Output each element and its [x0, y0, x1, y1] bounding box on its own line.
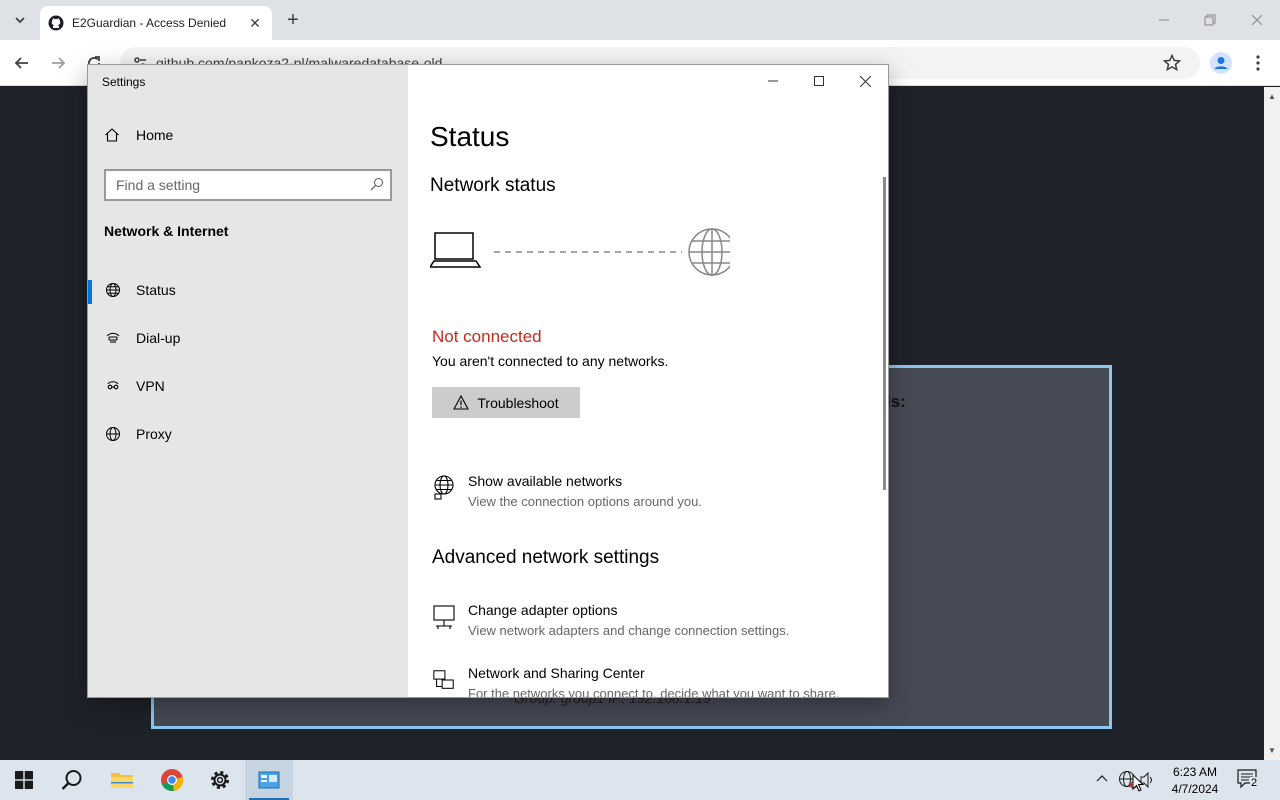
settings-main: Status Network status Not connected You …: [408, 65, 888, 697]
sidebar-item-label: Dial-up: [136, 330, 181, 346]
sidebar-item-vpn[interactable]: VPN: [88, 366, 408, 406]
new-tab-button[interactable]: +: [282, 9, 304, 31]
change-adapter-options-link[interactable]: Change adapter options View network adap…: [432, 602, 789, 638]
taskbar: 6:23 AM 4/7/2024 2: [0, 760, 1280, 800]
internet-globe-icon: [688, 228, 736, 276]
mouse-cursor-icon: [1132, 774, 1144, 792]
browser-tab-bar: E2Guardian - Access Denied ✕ +: [0, 0, 1280, 40]
taskbar-file-explorer[interactable]: [98, 760, 146, 800]
profile-icon[interactable]: [1209, 51, 1233, 75]
sidebar-section-title: Network & Internet: [104, 223, 229, 239]
network-status-heading: Network status: [430, 175, 556, 196]
warning-icon: [453, 395, 470, 410]
notification-count: 2: [1250, 777, 1259, 789]
network-diagram: [428, 225, 736, 290]
sidebar-home-label: Home: [136, 127, 174, 143]
app-window-icon: [258, 771, 280, 789]
settings-sidebar: Settings Home Network & Internet Status: [88, 65, 408, 697]
windows-logo-icon: [15, 771, 33, 789]
sidebar-item-dialup[interactable]: Dial-up: [88, 318, 408, 358]
github-icon: [48, 15, 64, 31]
taskbar-search-button[interactable]: [48, 760, 96, 800]
troubleshoot-button[interactable]: Troubleshoot: [432, 387, 580, 418]
search-icon[interactable]: [370, 177, 384, 191]
sidebar-item-label: VPN: [136, 378, 165, 394]
settings-close-icon[interactable]: [842, 65, 888, 97]
page-title: Status: [430, 121, 510, 152]
link-description: View network adapters and change connect…: [468, 623, 790, 638]
chevron-up-icon[interactable]: [1096, 773, 1108, 785]
action-center-button[interactable]: 2: [1236, 768, 1262, 792]
adapter-icon: [432, 602, 456, 638]
search-icon: [61, 770, 82, 790]
laptop-icon: [428, 232, 482, 268]
advanced-settings-heading: Advanced network settings: [432, 547, 660, 568]
bookmark-star-icon[interactable]: [1160, 51, 1184, 75]
scroll-up-icon[interactable]: ▲: [1268, 92, 1276, 101]
kebab-menu-icon[interactable]: [1246, 51, 1270, 75]
vpn-icon: [104, 378, 122, 394]
window-title: Settings: [102, 75, 146, 89]
sidebar-item-status[interactable]: Status: [88, 270, 408, 310]
browser-tab[interactable]: E2Guardian - Access Denied ✕: [40, 6, 272, 40]
sharing-center-icon: [432, 665, 456, 697]
gear-icon: [211, 771, 229, 789]
close-icon[interactable]: [1234, 0, 1280, 40]
minimize-icon[interactable]: [1141, 0, 1187, 40]
forward-icon[interactable]: [46, 51, 70, 75]
search-input[interactable]: [106, 171, 356, 199]
taskbar-settings[interactable]: [196, 760, 244, 800]
dialup-icon: [104, 330, 122, 346]
clock-time: 6:23 AM: [1172, 765, 1218, 779]
page-scrollbar[interactable]: ▲ ▼: [1264, 87, 1280, 760]
system-clock[interactable]: 6:23 AM 4/7/2024: [1170, 764, 1220, 798]
tab-close-icon[interactable]: ✕: [246, 14, 264, 32]
link-title: Show available networks: [468, 473, 623, 489]
settings-minimize-icon[interactable]: [750, 65, 796, 97]
sidebar-item-proxy[interactable]: Proxy: [88, 414, 408, 454]
link-title: Change adapter options: [468, 602, 618, 618]
panel-label: ls:: [886, 392, 906, 411]
link-title: Network and Sharing Center: [468, 665, 645, 681]
sidebar-item-label: Proxy: [136, 426, 172, 442]
tab-title: E2Guardian - Access Denied: [72, 16, 227, 30]
connection-state: Not connected: [432, 327, 542, 346]
taskbar-settings-window[interactable]: [245, 760, 293, 800]
start-button[interactable]: [0, 760, 48, 800]
network-globe-icon: [432, 473, 456, 509]
restore-icon[interactable]: [1187, 0, 1233, 40]
clock-date: 4/7/2024: [1171, 782, 1219, 796]
status-globe-icon: [104, 282, 122, 298]
network-sharing-center-link[interactable]: Network and Sharing Center For the netwo…: [432, 665, 839, 697]
settings-scrollbar[interactable]: [883, 177, 886, 490]
connection-description: You aren't connected to any networks.: [432, 353, 669, 369]
link-description: View the connection options around you.: [468, 494, 702, 509]
link-description: For the networks you connect to, decide …: [468, 686, 840, 697]
settings-window: Settings Home Network & Internet Status: [88, 65, 888, 697]
folder-icon: [111, 773, 133, 788]
home-icon: [104, 127, 122, 143]
settings-search[interactable]: [104, 169, 392, 201]
back-icon[interactable]: [10, 51, 34, 75]
chevron-down-icon: [15, 17, 25, 24]
tab-search-button[interactable]: [6, 7, 34, 33]
settings-maximize-icon[interactable]: [796, 65, 842, 97]
troubleshoot-label: Troubleshoot: [477, 394, 559, 411]
show-available-networks-link[interactable]: Show available networks View the connect…: [432, 473, 702, 509]
scroll-down-icon[interactable]: ▼: [1268, 746, 1276, 755]
taskbar-chrome[interactable]: [148, 760, 196, 800]
chrome-icon: [161, 769, 184, 791]
globe-icon: [104, 426, 122, 442]
sidebar-home[interactable]: Home: [104, 127, 173, 143]
sidebar-item-label: Status: [136, 282, 176, 298]
